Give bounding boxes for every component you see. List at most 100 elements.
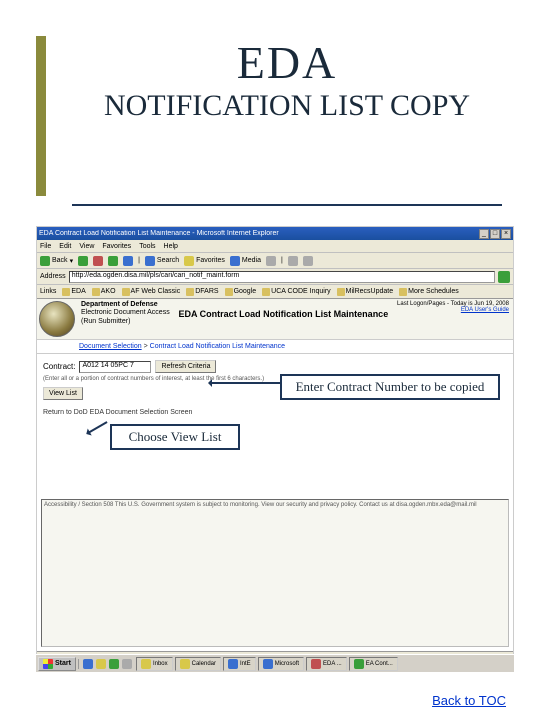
horizontal-rule (72, 204, 502, 206)
refresh-icon[interactable] (108, 256, 118, 266)
window-titlebar: EDA Contract Load Notification List Main… (37, 227, 513, 240)
go-button[interactable] (498, 271, 510, 283)
back-icon (40, 256, 50, 266)
footer-text: Accessibility / Section 508 This U.S. Go… (44, 502, 477, 508)
task-item[interactable]: EA Cont... (349, 657, 398, 671)
eda-page-title: EDA Contract Load Notification List Main… (174, 299, 393, 339)
refresh-criteria-button[interactable]: Refresh Criteria (155, 360, 216, 373)
callout-view-list: Choose View List (110, 424, 240, 450)
task-label: Inbox (153, 661, 168, 667)
minimize-button[interactable]: _ (479, 229, 489, 239)
link-label: Google (234, 288, 257, 295)
breadcrumb-link[interactable]: Document Selection (79, 343, 142, 350)
user-guide-link[interactable]: EDA User's Guide (397, 307, 509, 313)
quick-launch (78, 659, 136, 669)
app-icon (228, 659, 238, 669)
links-bar: Links EDA AKO AF Web Classic DFARS Googl… (37, 285, 513, 299)
favorites-button[interactable]: Favorites (184, 256, 225, 266)
task-label: EDA ... (323, 661, 342, 667)
back-to-toc-link[interactable]: Back to TOC (432, 693, 506, 708)
outlook-icon[interactable] (96, 659, 106, 669)
link-milrecs[interactable]: MilRecsUpdate (337, 288, 393, 296)
task-label: IntE (240, 661, 251, 667)
callout-enter-contract: Enter Contract Number to be copied (280, 374, 500, 400)
link-more[interactable]: More Schedules (399, 288, 459, 296)
start-button[interactable]: Start (38, 657, 76, 671)
link-google[interactable]: Google (225, 288, 257, 296)
task-item[interactable]: Microsoft (258, 657, 304, 671)
task-label: Microsoft (275, 661, 299, 667)
home-icon[interactable] (123, 256, 133, 266)
app-icon (141, 659, 151, 669)
link-label: AF Web Classic (131, 288, 181, 295)
media-button[interactable]: Media (230, 256, 261, 266)
link-label: More Schedules (408, 288, 459, 295)
windows-icon (43, 659, 53, 669)
eda-header: Department of Defense Electronic Documen… (37, 299, 513, 340)
print-icon[interactable] (303, 256, 313, 266)
app-icon[interactable] (122, 659, 132, 669)
embedded-screenshot: EDA Contract Load Notification List Main… (36, 226, 514, 666)
view-list-button[interactable]: View List (43, 387, 83, 400)
stop-icon[interactable] (93, 256, 103, 266)
link-label: UCA CODE Inquiry (271, 288, 331, 295)
ie-icon[interactable] (83, 659, 93, 669)
link-dfars[interactable]: DFARS (186, 288, 218, 296)
title-block: EDA NOTIFICATION LIST COPY (72, 36, 502, 124)
star-icon (184, 256, 194, 266)
menu-file[interactable]: File (40, 243, 51, 250)
window-title-text: EDA Contract Load Notification List Main… (39, 230, 479, 237)
link-icon (225, 288, 233, 296)
contract-input[interactable]: A012 14 05PC 7 (79, 361, 151, 373)
nav-toolbar: Back ▾ | Search Favorites Media | (37, 253, 513, 269)
task-item[interactable]: Inbox (136, 657, 173, 671)
slide-title-1: EDA (72, 36, 502, 89)
page-content: Department of Defense Electronic Documen… (37, 299, 513, 651)
menu-view[interactable]: View (79, 243, 94, 250)
link-afweb[interactable]: AF Web Classic (122, 288, 181, 296)
menu-tools[interactable]: Tools (139, 243, 155, 250)
link-icon (337, 288, 345, 296)
link-uca[interactable]: UCA CODE Inquiry (262, 288, 331, 296)
task-item[interactable]: EDA ... (306, 657, 347, 671)
taskbar: Start Inbox Calendar IntE Microsoft EDA … (36, 654, 514, 672)
link-icon (62, 288, 70, 296)
app-icon (311, 659, 321, 669)
search-button[interactable]: Search (145, 256, 179, 266)
sys-sub: (Run Submitter) (81, 318, 130, 325)
link-icon (122, 288, 130, 296)
breadcrumb: Document Selection > Contract Load Notif… (37, 340, 513, 354)
maximize-button[interactable]: □ (490, 229, 500, 239)
link-label: EDA (71, 288, 85, 295)
return-link[interactable]: Return to DoD EDA Document Selection Scr… (37, 409, 513, 416)
forward-icon[interactable] (78, 256, 88, 266)
search-icon (145, 256, 155, 266)
menu-favorites[interactable]: Favorites (102, 243, 131, 250)
app-icon (354, 659, 364, 669)
taskbar-items: Inbox Calendar IntE Microsoft EDA ... EA… (136, 657, 514, 671)
task-item[interactable]: Calendar (175, 657, 221, 671)
breadcrumb-current: Contract Load Notification List Maintena… (150, 343, 285, 350)
breadcrumb-sep: > (144, 343, 148, 350)
menu-edit[interactable]: Edit (59, 243, 71, 250)
address-bar: Address http://eda.ogden.disa.mil/pls/ca… (37, 269, 513, 285)
back-button[interactable]: Back ▾ (40, 256, 73, 266)
back-label: Back (52, 257, 68, 264)
address-input[interactable]: http://eda.ogden.disa.mil/pls/cari/cari_… (69, 271, 495, 283)
link-ako[interactable]: AKO (92, 288, 116, 296)
accent-bar (36, 36, 46, 196)
dept-label: Department of Defense (81, 301, 170, 309)
link-eda[interactable]: EDA (62, 288, 85, 296)
slide-title-2: NOTIFICATION LIST COPY (72, 89, 502, 124)
mail-icon[interactable] (288, 256, 298, 266)
close-button[interactable]: × (501, 229, 511, 239)
start-label: Start (55, 660, 71, 667)
footer-box: Accessibility / Section 508 This U.S. Go… (41, 499, 509, 647)
task-label: Calendar (192, 661, 216, 667)
app-icon (263, 659, 273, 669)
task-item[interactable]: IntE (223, 657, 256, 671)
media-label: Media (242, 257, 261, 264)
menu-help[interactable]: Help (164, 243, 178, 250)
desktop-icon[interactable] (109, 659, 119, 669)
history-icon[interactable] (266, 256, 276, 266)
